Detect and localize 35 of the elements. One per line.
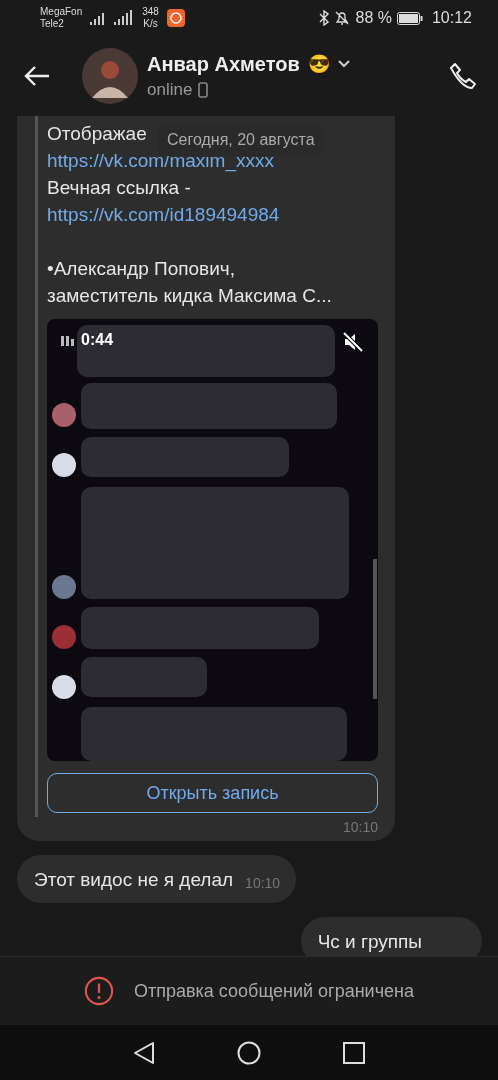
emoji: 😎 bbox=[307, 53, 330, 75]
carrier-names: MegaFon Tele2 bbox=[40, 6, 83, 30]
bell-off-icon bbox=[334, 10, 351, 26]
network-speed: 348 K/s bbox=[142, 6, 159, 30]
battery-icon bbox=[396, 11, 423, 25]
warning-icon bbox=[84, 976, 114, 1006]
bluetooth-icon bbox=[319, 10, 330, 26]
chevron-down-icon[interactable] bbox=[337, 60, 350, 68]
video-duration: 0:44 bbox=[81, 331, 114, 349]
battery-percent: 88 % bbox=[355, 9, 392, 27]
back-arrow-icon[interactable] bbox=[24, 65, 50, 87]
phone-icon bbox=[198, 81, 209, 98]
link[interactable]: https://vk.com/id189494984 bbox=[47, 201, 280, 228]
message-text: Отображае bbox=[47, 122, 147, 146]
online-status: online bbox=[147, 79, 193, 100]
app-notification-icon bbox=[166, 9, 185, 27]
message-text: Этот видос не я делал bbox=[34, 869, 234, 891]
restriction-notice: Отправка сообщений ограничена bbox=[134, 980, 414, 1002]
contact-name[interactable]: Анвар Ахметов bbox=[147, 52, 300, 76]
clock: 10:12 bbox=[431, 9, 472, 27]
message-text: Чс и группы bbox=[317, 931, 422, 953]
back-icon[interactable] bbox=[133, 1040, 155, 1065]
message-time: 10:10 bbox=[245, 875, 281, 891]
sound-off-icon[interactable] bbox=[342, 331, 364, 353]
message-text: •Александр Попович, bbox=[47, 257, 235, 281]
message-text: заместитель кидка Максима С... bbox=[47, 284, 332, 308]
signal-icon bbox=[90, 10, 135, 26]
avatar[interactable] bbox=[82, 48, 138, 104]
message-text: Вечная ссылка - bbox=[47, 176, 191, 200]
message-time: 10:10 bbox=[341, 819, 379, 835]
recents-icon[interactable] bbox=[343, 1041, 365, 1064]
bars-icon bbox=[61, 334, 75, 346]
home-icon[interactable] bbox=[237, 1040, 261, 1065]
call-icon[interactable] bbox=[448, 61, 478, 91]
open-post-button[interactable]: Открыть запись bbox=[47, 773, 378, 813]
